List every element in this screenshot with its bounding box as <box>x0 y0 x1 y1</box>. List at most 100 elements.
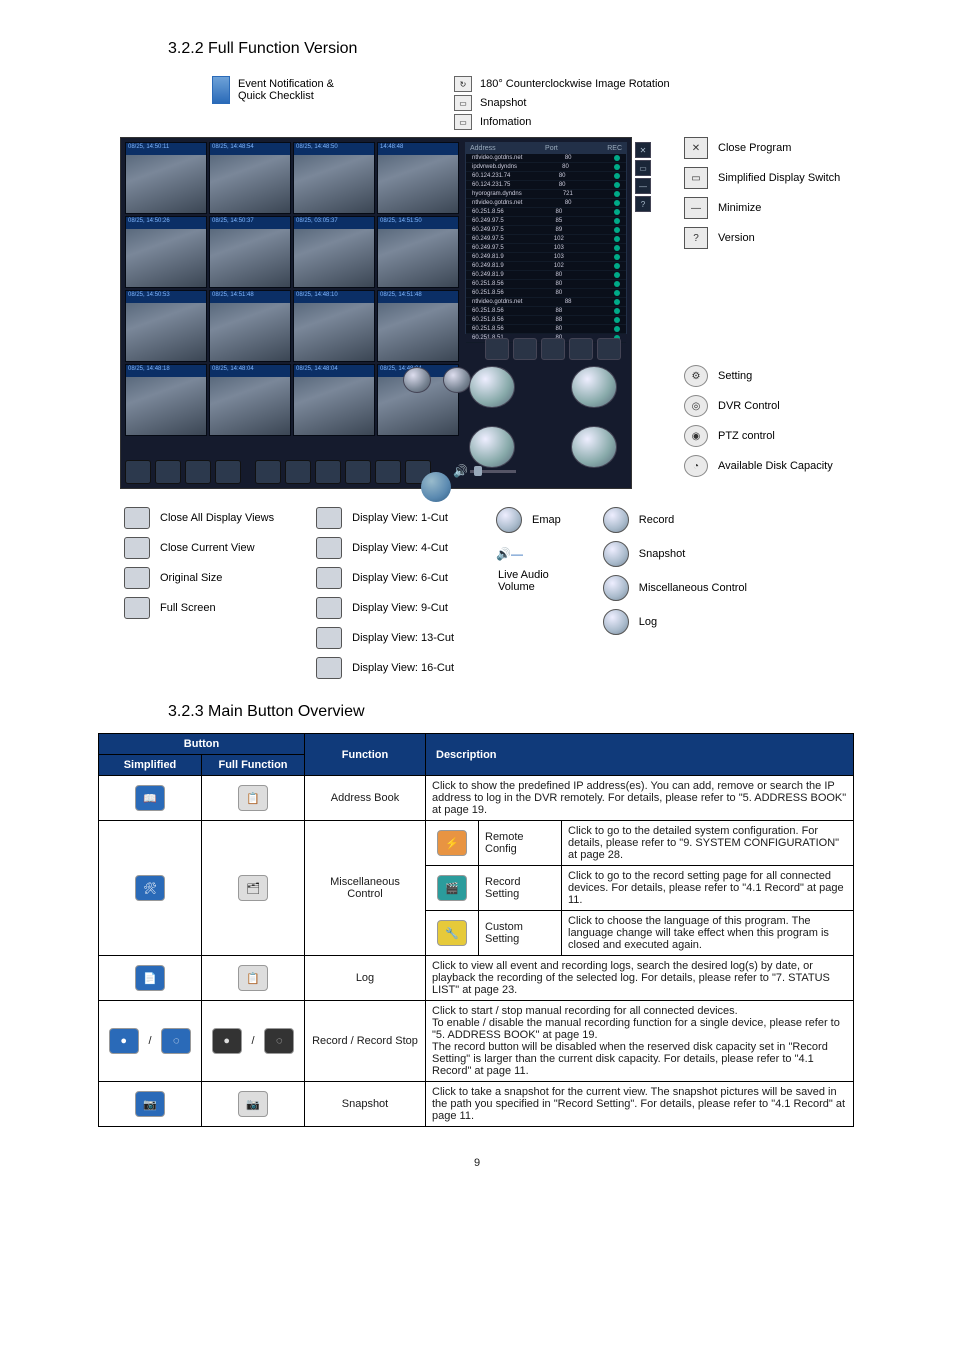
log-simplified-icon: 📄 <box>135 965 165 991</box>
th-full-function: Full Function <box>202 755 305 776</box>
address-row: 60.249.81.9102 <box>466 262 626 271</box>
full-screen-icon <box>215 460 241 484</box>
video-cell <box>377 216 459 288</box>
minimize-label: Minimize <box>718 202 761 214</box>
address-row: 60.249.97.5103 <box>466 244 626 253</box>
record-icon <box>469 366 515 408</box>
record-legend-icon <box>603 507 629 533</box>
desc-log: Click to view all event and recording lo… <box>426 956 854 1001</box>
func-record: Record / Record Stop <box>305 1001 426 1082</box>
video-cell <box>293 364 375 436</box>
address-row: 60.251.8.5680 <box>466 280 626 289</box>
close-all-views-icon <box>125 460 151 484</box>
info-label: Infomation <box>480 116 531 128</box>
record-on-full-icon: ● <box>212 1028 242 1054</box>
address-row: ipdvrweb.dyndns80 <box>466 163 626 172</box>
original-size-legend-icon <box>124 567 150 589</box>
video-cell <box>125 364 207 436</box>
video-cell <box>209 290 291 362</box>
snapshot-simplified-icon: 📷 <box>135 1091 165 1117</box>
emap-legend-icon <box>496 507 522 533</box>
record-label: Record <box>639 514 674 526</box>
cut9-label: Display View: 9-Cut <box>352 602 448 614</box>
video-cell <box>209 364 291 436</box>
address-row: 60.249.81.9103 <box>466 253 626 262</box>
record-off-full-icon: ◌ <box>264 1028 294 1054</box>
func-log: Log <box>305 956 426 1001</box>
address-row: 60.251.8.5688 <box>466 307 626 316</box>
bottom-toolbar: 🔊 <box>125 460 523 484</box>
rotation-label: 180° Counterclockwise Image Rotation <box>480 78 670 90</box>
cut13-legend-icon <box>316 627 342 649</box>
log-full-icon: 📋 <box>238 965 268 991</box>
cut4-icon <box>285 460 311 484</box>
app-screenshot: AddressPortREC ntlvideo.gotdns.net80ipdv… <box>120 137 632 489</box>
cut4-legend-icon <box>316 537 342 559</box>
desc-record-setting: Click to go to the record setting page f… <box>562 866 854 911</box>
speaker-icon: 🔊 <box>453 464 467 478</box>
sub-remote-config: Remote Config <box>479 821 562 866</box>
video-cell <box>293 216 375 288</box>
overview-table: Button Function Description Simplified F… <box>98 733 854 1127</box>
simplified-switch-icon: ▭ <box>684 167 708 189</box>
full-screen-legend-icon <box>124 597 150 619</box>
original-size-icon <box>185 460 211 484</box>
desc-address-book: Click to show the predefined IP address(… <box>426 776 854 821</box>
cut16-label: Display View: 16-Cut <box>352 662 454 674</box>
func-snapshot: Snapshot <box>305 1082 426 1127</box>
video-cell <box>125 290 207 362</box>
address-row: 60.251.8.5680 <box>466 289 626 298</box>
cut6-label: Display View: 6-Cut <box>352 572 448 584</box>
dvr-control-label: DVR Control <box>718 400 780 412</box>
close-all-label: Close All Display Views <box>160 512 274 524</box>
setting-label: Setting <box>718 370 752 382</box>
ptz-control-label: PTZ control <box>718 430 775 442</box>
close-all-legend-icon <box>124 507 150 529</box>
address-row: 60.251.8.5680 <box>466 208 626 217</box>
address-row: 60.124.231.7580 <box>466 181 626 190</box>
snapshot-label: Snapshot <box>480 97 526 109</box>
cut4-label: Display View: 4-Cut <box>352 542 448 554</box>
disk-capacity-label: Available Disk Capacity <box>718 460 833 472</box>
video-cell <box>209 216 291 288</box>
video-cell <box>209 142 291 214</box>
address-row: ntlvideo.gotdns.net80 <box>466 199 626 208</box>
section-title-main-button: 3.2.3 Main Button Overview <box>168 703 894 721</box>
section-title-full-function: 3.2.2 Full Function Version <box>168 40 894 58</box>
close-program-tri: ✕ <box>635 142 651 158</box>
setting-icon: ⚙ <box>684 365 708 387</box>
log-legend-icon <box>603 609 629 635</box>
sub-record-setting: Record Setting <box>479 866 562 911</box>
cut1-label: Display View: 1-Cut <box>352 512 448 524</box>
cut13-label: Display View: 13-Cut <box>352 632 454 644</box>
event-notification-label: Event Notification & Quick Checklist <box>212 76 334 104</box>
record-setting-icon: 🎬 <box>437 875 467 901</box>
simplified-tri: ▭ <box>635 160 651 176</box>
desc-remote-config: Click to go to the detailed system confi… <box>562 821 854 866</box>
func-address-book: Address Book <box>305 776 426 821</box>
ptz-control-icon: ◉ <box>684 425 708 447</box>
close-current-legend-icon <box>124 537 150 559</box>
table-row: 🛠 🗂 Miscellaneous Control ⚡ Remote Confi… <box>99 821 854 866</box>
page-number: 9 <box>60 1157 894 1169</box>
setting-gear-icon <box>403 367 431 393</box>
live-audio-label: Live Audio Volume <box>498 569 561 593</box>
table-row: 📖 📋 Address Book Click to show the prede… <box>99 776 854 821</box>
dvr-control-icon: ◎ <box>684 395 708 417</box>
close-current-label: Close Current View <box>160 542 255 554</box>
close-program-icon: ✕ <box>684 137 708 159</box>
minimize-tri: — <box>635 178 651 194</box>
version-label: Version <box>718 232 755 244</box>
video-cell <box>125 216 207 288</box>
address-row: ntlvideo.gotdns.net88 <box>466 298 626 307</box>
video-cell <box>377 142 459 214</box>
version-icon: ? <box>684 227 708 249</box>
log-icon <box>571 426 617 468</box>
th-simplified: Simplified <box>99 755 202 776</box>
main-controls <box>469 366 617 468</box>
misc-simplified-icon: 🛠 <box>135 875 165 901</box>
version-tri: ? <box>635 196 651 212</box>
right-legend: ✕Close Program ▭Simplified Display Switc… <box>684 137 884 485</box>
log-legend-label: Log <box>639 616 657 628</box>
disk-capacity-icon: ◔ <box>684 455 708 477</box>
